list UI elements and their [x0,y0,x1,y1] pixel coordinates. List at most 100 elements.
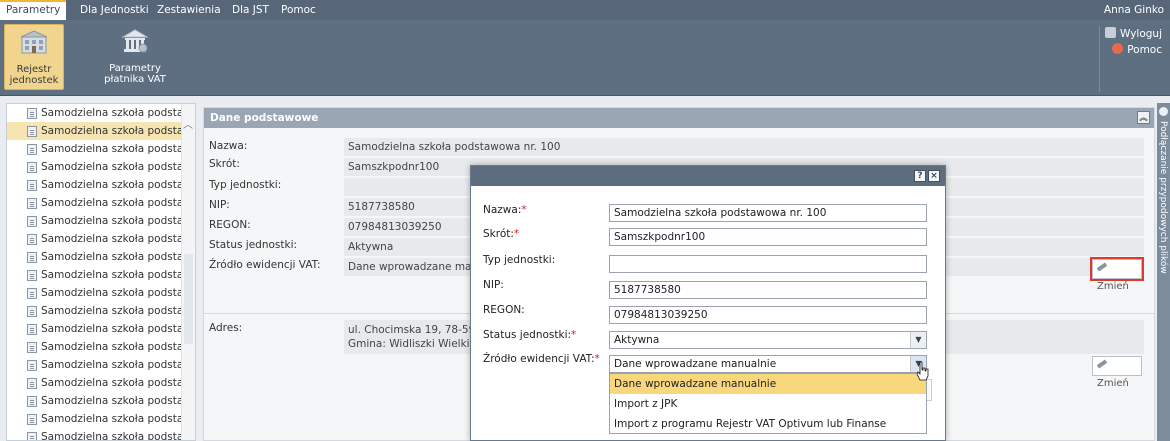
list-item[interactable]: Samodzielna szkoła podsta [7,194,195,212]
list-item-label: Samodzielna szkoła podsta [41,305,184,317]
help-link[interactable]: Pomoc [1105,42,1162,58]
required-mark: * [513,228,520,240]
document-icon [27,234,37,245]
logout-link[interactable]: Wyloguj [1105,26,1162,42]
list-item[interactable]: Samodzielna szkoła podsta [7,302,195,320]
collapse-icon[interactable]: ︽ [1137,111,1150,124]
section-title: Dane podstawowe [210,112,319,124]
help-icon[interactable]: ? [914,170,926,182]
required-mark: * [571,329,577,341]
tab-zestawienia[interactable]: Zestawienia [151,0,227,20]
list-item[interactable]: Samodzielna szkoła podsta [7,122,195,140]
input-skrot[interactable]: Samszkpodnr100 [609,228,927,246]
field-label-nazwa: Nazwa: [209,140,248,152]
list-item-label: Samodzielna szkoła podsta [41,341,184,353]
required-mark: * [594,353,600,365]
select-status-value: Aktywna [614,334,660,346]
document-icon [27,360,37,371]
list-item[interactable]: Samodzielna szkoła podsta [7,158,195,176]
label-zrodlo-text: Źródło ewidencji VAT: [483,353,595,365]
list-item[interactable]: Samodzielna szkoła podsta [7,104,195,122]
parametry-platnika-vat-button[interactable]: Parametry płatnika VAT [102,24,168,90]
list-item-label: Samodzielna szkoła podsta [41,431,184,441]
logout-label: Wyloguj [1120,28,1162,40]
tab-pomoc[interactable]: Pomoc [275,0,322,20]
close-icon[interactable]: × [928,170,940,182]
ribbon-divider [1099,26,1100,92]
help-label: Pomoc [1127,44,1162,56]
zrodlo-dropdown-list[interactable]: Dane wprowadzane manualnie Import z JPK … [609,373,927,434]
document-icon [27,324,37,335]
list-item[interactable]: Samodzielna szkoła podsta [7,248,195,266]
list-item[interactable]: Samodzielna szkoła podsta [7,392,195,410]
list-item-label: Samodzielna szkoła podsta [41,323,184,335]
label-nazwa: Nazwa:* [483,204,527,216]
edit-address-button[interactable]: Zmień [1092,356,1142,389]
document-icon [27,342,37,353]
unit-list-scrollbar[interactable]: ︿ [181,104,195,440]
building-register-icon [20,30,48,54]
tab-dla-jst[interactable]: Dla JST [226,0,275,20]
lifebuoy-icon [1112,43,1124,54]
list-item-label: Samodzielna szkoła podsta [41,233,184,245]
rejestr-label-2: jednostek [9,75,59,86]
label-typ: Typ jednostki: [483,254,556,266]
field-label-status: Status jednostki: [209,239,298,251]
document-icon [27,216,37,227]
parametry-label-2: płatnika VAT [104,74,166,85]
list-item[interactable]: Samodzielna szkoła podsta [7,338,195,356]
list-item[interactable]: Samodzielna szkoła podsta [7,230,195,248]
list-item-label: Samodzielna szkoła podsta [41,413,184,425]
edit-label: Zmień [1097,281,1129,292]
select-zrodlo-vat[interactable]: Dane wprowadzane manualnie ▼ [609,355,927,373]
tab-dla-jednostki[interactable]: Dla Jednostki [74,0,155,20]
list-item[interactable]: Samodzielna szkoła podsta [7,374,195,392]
dialog-title-bar: ? × [471,166,945,186]
document-icon [27,180,37,191]
input-typ[interactable] [609,255,927,273]
list-item[interactable]: Samodzielna szkoła podsta [7,212,195,230]
list-item[interactable]: Samodzielna szkoła podsta [7,284,195,302]
document-icon [27,144,37,155]
list-item-label: Samodzielna szkoła podsta [41,395,184,407]
parametry-label-1: Parametry [109,63,161,74]
list-item-label: Samodzielna szkoła podsta [41,359,184,371]
chevron-down-icon[interactable]: ▼ [910,332,926,348]
attached-files-label: Podłączanie przypodowych plików [1158,121,1168,274]
document-icon [27,414,37,425]
list-item[interactable]: Samodzielna szkoła podsta [7,428,195,441]
list-item[interactable]: Samodzielna szkoła podsta [7,356,195,374]
label-nazwa-text: Nazwa: [483,204,522,216]
dropdown-option[interactable]: Import z programu Rejestr VAT Optivum lu… [610,414,926,434]
input-regon[interactable]: 07984813039250 [609,306,927,324]
list-item[interactable]: Samodzielna szkoła podsta [7,266,195,284]
rejestr-label-1: Rejestr [16,64,52,75]
list-item[interactable]: Samodzielna szkoła podsta [7,176,195,194]
select-status[interactable]: Aktywna ▼ [609,331,927,349]
user-name[interactable]: Anna Ginko [1104,0,1164,20]
edit-basic-data-button[interactable]: Zmień [1090,257,1144,292]
list-item-label: Samodzielna szkoła podsta [41,107,184,119]
expand-icon[interactable] [1159,107,1168,116]
list-item[interactable]: Samodzielna szkoła podsta [7,410,195,428]
attached-files-strip[interactable]: Podłączanie przypodowych plików [1157,103,1170,441]
input-nazwa[interactable]: Samodzielna szkoła podstawowa nr. 100 [609,204,927,222]
document-icon [27,252,37,263]
document-icon [27,306,37,317]
label-status: Status jednostki:* [483,329,576,341]
dropdown-option[interactable]: Import z JPK [610,394,926,414]
list-item-label: Samodzielna szkoła podsta [41,377,184,389]
scrollbar-thumb[interactable] [184,254,193,344]
label-nip: NIP: [483,279,504,291]
chevron-up-icon[interactable]: ︿ [183,116,193,131]
document-icon [27,270,37,281]
list-item[interactable]: Samodzielna szkoła podsta [7,140,195,158]
field-label-typ: Typ jednostki: [209,179,282,191]
rejestr-jednostek-button[interactable]: Rejestr jednostek [4,24,64,90]
unit-list[interactable]: Samodzielna szkoła podsta Samodzielna szk… [6,103,196,441]
logout-icon [1105,27,1116,38]
list-item[interactable]: Samodzielna szkoła podsta [7,320,195,338]
dropdown-option[interactable]: Dane wprowadzane manualnie [610,374,926,394]
input-nip[interactable]: 5187738580 [609,281,927,299]
tab-parametry[interactable]: Parametry [0,0,67,20]
